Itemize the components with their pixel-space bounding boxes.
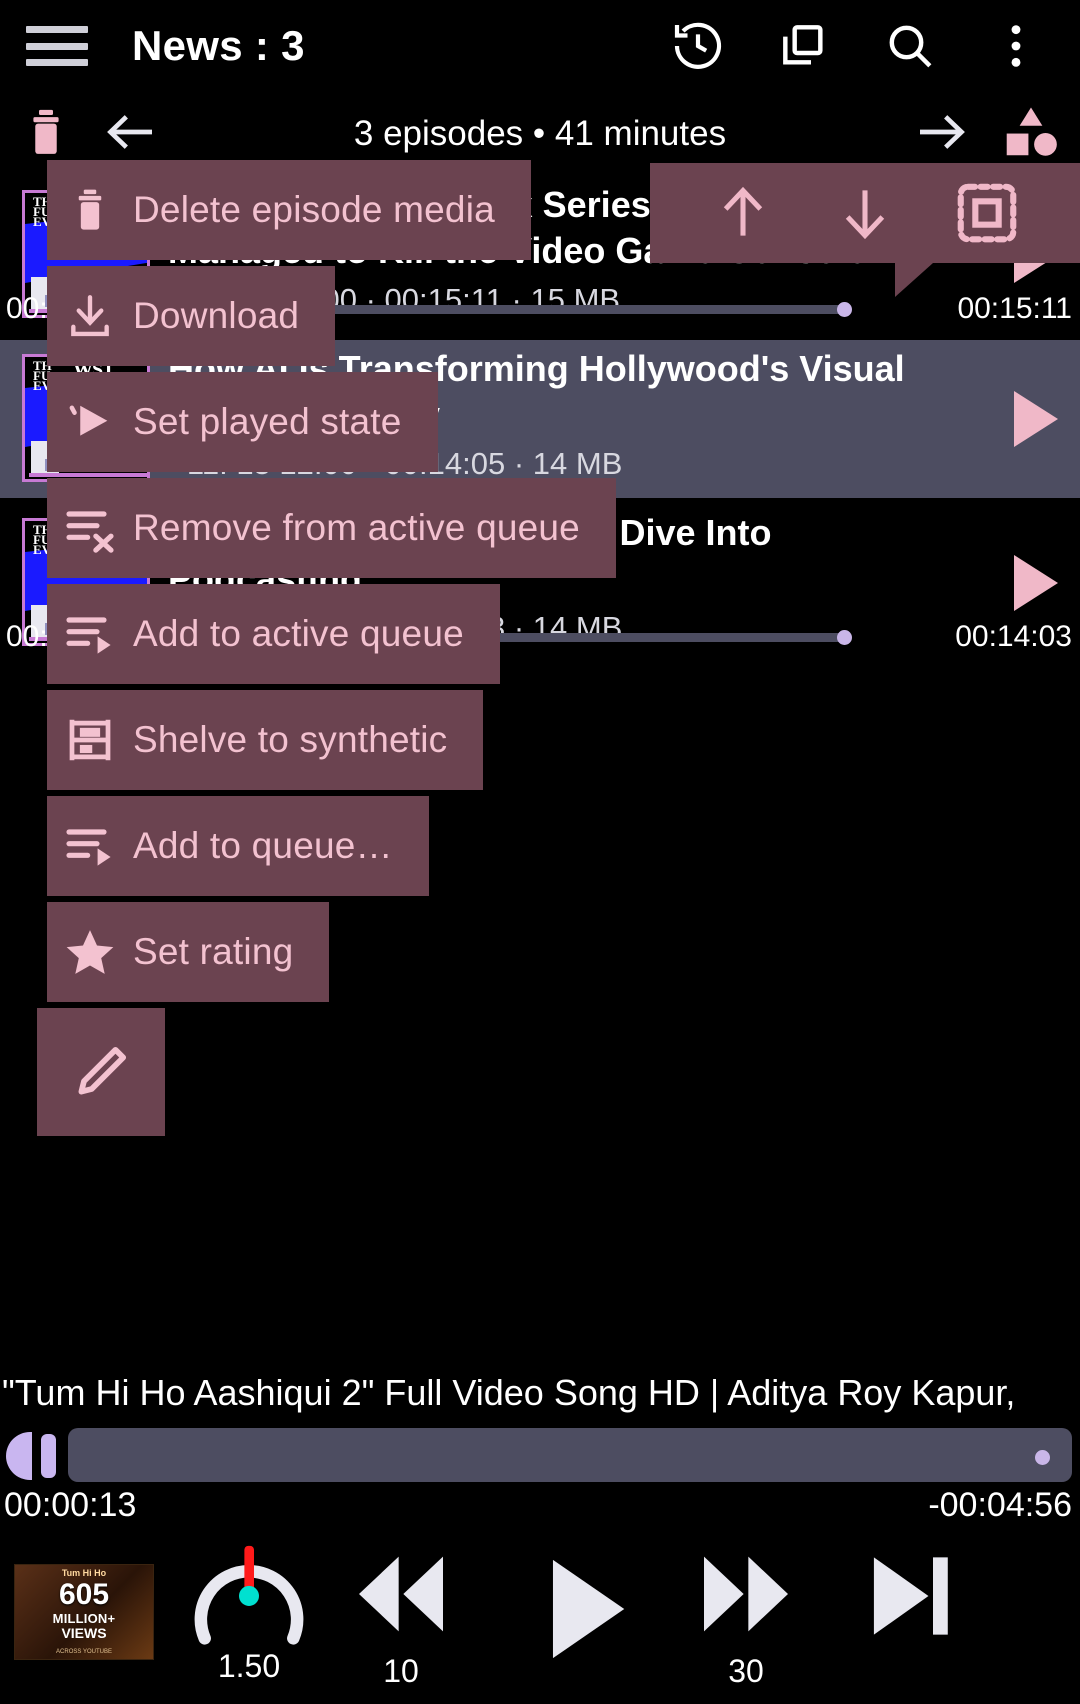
rewind-control[interactable]: 10 bbox=[345, 1542, 457, 1690]
episode-duration: 00:14:03 bbox=[955, 620, 1072, 653]
shapes-icon[interactable] bbox=[1000, 101, 1062, 168]
player-times: 00:00:13 -00:04:56 bbox=[0, 1486, 1080, 1526]
menu-item-edit[interactable] bbox=[37, 1008, 165, 1136]
menu-item-remove-from-active-queue[interactable]: Remove from active queue bbox=[47, 478, 616, 578]
arrow-right-icon[interactable] bbox=[910, 104, 972, 165]
forward-value: 30 bbox=[728, 1653, 764, 1689]
pause-icon[interactable] bbox=[6, 1432, 64, 1480]
now-playing-title: "Tum Hi Ho Aashiqui 2" Full Video Song H… bbox=[2, 1372, 1016, 1413]
menu-item-add-to-active-queue[interactable]: Add to active queue bbox=[47, 584, 500, 684]
episode-duration: 00:15:11 bbox=[957, 292, 1072, 325]
played-state-icon bbox=[47, 396, 133, 448]
menu-item-label: Add to active queue bbox=[133, 613, 464, 654]
subheader-right-actions bbox=[910, 101, 1062, 168]
play-icon[interactable] bbox=[1014, 555, 1058, 611]
play-icon[interactable] bbox=[1014, 391, 1058, 447]
search-icon[interactable] bbox=[880, 16, 940, 76]
artwork-views: VIEWS bbox=[61, 1625, 107, 1641]
player-elapsed: 00:00:13 bbox=[4, 1486, 137, 1524]
trash-icon[interactable] bbox=[18, 104, 74, 165]
progress-knob[interactable] bbox=[837, 302, 852, 317]
app-bar: News : 3 bbox=[0, 0, 1080, 92]
artwork-count: 605 bbox=[58, 1578, 110, 1611]
selection-caret bbox=[895, 263, 933, 297]
arrow-up-icon[interactable] bbox=[708, 178, 778, 248]
menu-item-label: Set rating bbox=[133, 931, 294, 972]
subheader-left-actions bbox=[18, 104, 162, 165]
shelf-icon bbox=[47, 713, 133, 767]
menu-item-label: Remove from active queue bbox=[133, 507, 580, 548]
artwork-source: ACROSS YOUTUBE bbox=[56, 1649, 112, 1655]
skip-next-icon bbox=[855, 1546, 961, 1651]
arrow-left-icon[interactable] bbox=[100, 104, 162, 165]
select-box-icon[interactable] bbox=[952, 178, 1022, 248]
menu-item-download[interactable]: Download bbox=[47, 266, 336, 366]
forward-control[interactable]: 30 bbox=[690, 1542, 802, 1690]
rewind-value: 10 bbox=[383, 1653, 419, 1689]
app-screen: News : 3 3 episodes • 41 minutes TH FU E… bbox=[0, 0, 1080, 1704]
arrow-down-icon[interactable] bbox=[830, 178, 900, 248]
hamburger-menu-icon[interactable] bbox=[26, 22, 88, 70]
play-control[interactable] bbox=[520, 1550, 640, 1673]
queue-remove-icon bbox=[47, 500, 133, 556]
history-icon[interactable] bbox=[668, 16, 728, 76]
copy-layers-icon[interactable] bbox=[774, 16, 834, 76]
progress-knob[interactable] bbox=[837, 630, 852, 645]
menu-item-label: Set played state bbox=[133, 401, 402, 442]
star-icon bbox=[47, 924, 133, 980]
menu-item-label: Add to queue… bbox=[133, 825, 393, 866]
artwork-top-text: Tum Hi Ho bbox=[61, 1568, 107, 1578]
play-icon bbox=[520, 1550, 640, 1673]
speed-value: 1.50 bbox=[217, 1648, 281, 1684]
player-seek-row bbox=[0, 1428, 1080, 1484]
album-artwork[interactable]: Tum Hi Ho 605 MILLION+ VIEWS ACROSS YOUT… bbox=[14, 1564, 154, 1660]
now-playing-player: "Tum Hi Ho Aashiqui 2" Full Video Song H… bbox=[0, 1358, 1080, 1704]
menu-item-add-to-queue[interactable]: Add to queue… bbox=[47, 796, 429, 896]
seek-bar[interactable] bbox=[68, 1428, 1072, 1482]
speed-dial-icon bbox=[190, 1542, 308, 1646]
overflow-menu-icon[interactable] bbox=[986, 16, 1046, 76]
menu-item-delete-episode-media[interactable]: Delete episode media bbox=[47, 160, 531, 260]
player-controls: Tum Hi Ho 605 MILLION+ VIEWS ACROSS YOUT… bbox=[0, 1534, 1080, 1704]
menu-item-shelve-to-synthetic[interactable]: Shelve to synthetic bbox=[47, 690, 484, 790]
next-track-control[interactable] bbox=[855, 1546, 961, 1651]
app-bar-actions bbox=[668, 16, 1054, 76]
selection-toolbar bbox=[650, 163, 1080, 263]
pencil-edit-icon bbox=[58, 1041, 144, 1103]
menu-item-label: Download bbox=[133, 295, 300, 336]
artwork-unit: MILLION+ bbox=[52, 1611, 116, 1626]
queue-add-icon bbox=[47, 606, 133, 662]
fast-forward-icon bbox=[690, 1542, 802, 1651]
queue-add-icon bbox=[47, 818, 133, 874]
trash-icon bbox=[47, 185, 133, 235]
playback-speed-control[interactable]: 1.50 bbox=[190, 1542, 308, 1685]
player-remaining: -00:04:56 bbox=[928, 1486, 1072, 1524]
menu-item-label: Delete episode media bbox=[133, 189, 495, 230]
download-icon bbox=[47, 291, 133, 341]
seek-knob[interactable] bbox=[1035, 1450, 1050, 1465]
menu-item-label: Shelve to synthetic bbox=[133, 719, 448, 760]
menu-item-set-played-state[interactable]: Set played state bbox=[47, 372, 438, 472]
page-title: News : 3 bbox=[132, 22, 305, 69]
menu-item-set-rating[interactable]: Set rating bbox=[47, 902, 330, 1002]
rewind-icon bbox=[345, 1542, 457, 1651]
